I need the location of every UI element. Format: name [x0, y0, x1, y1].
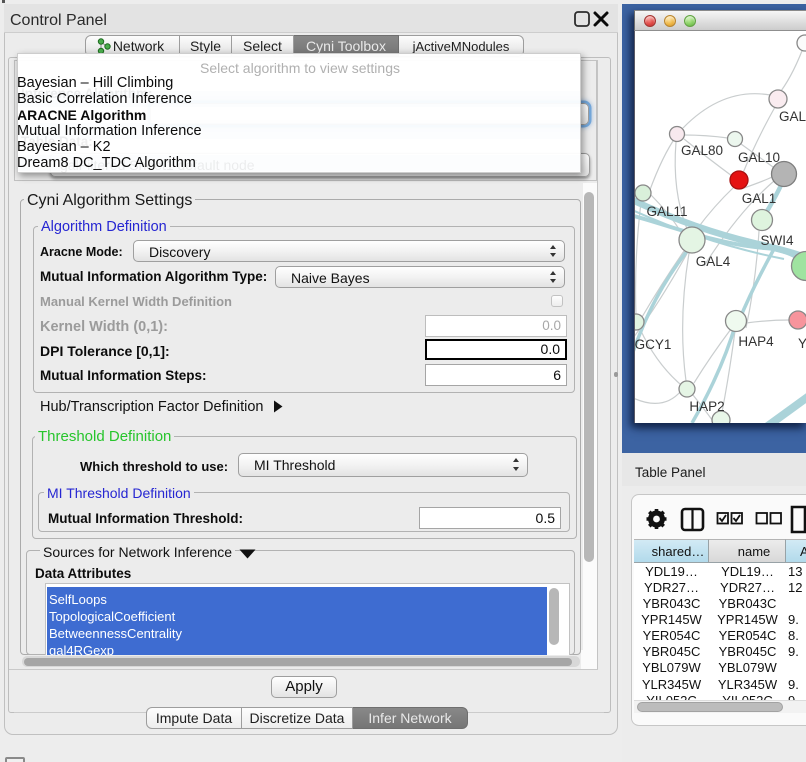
- svg-text:GCY1: GCY1: [635, 337, 671, 352]
- svg-text:GAL10: GAL10: [738, 150, 780, 165]
- svg-text:GAL4: GAL4: [696, 254, 731, 269]
- svg-text:HAP4: HAP4: [738, 334, 774, 349]
- svg-text:SWI4: SWI4: [760, 233, 793, 248]
- svg-text:GAL7: GAL7: [779, 109, 806, 124]
- svg-text:YJ: YJ: [798, 336, 806, 351]
- svg-text:HAP2: HAP2: [689, 399, 724, 414]
- svg-text:GAL80: GAL80: [681, 143, 723, 158]
- svg-text:GAL1: GAL1: [742, 191, 777, 206]
- svg-text:GAL11: GAL11: [646, 204, 687, 219]
